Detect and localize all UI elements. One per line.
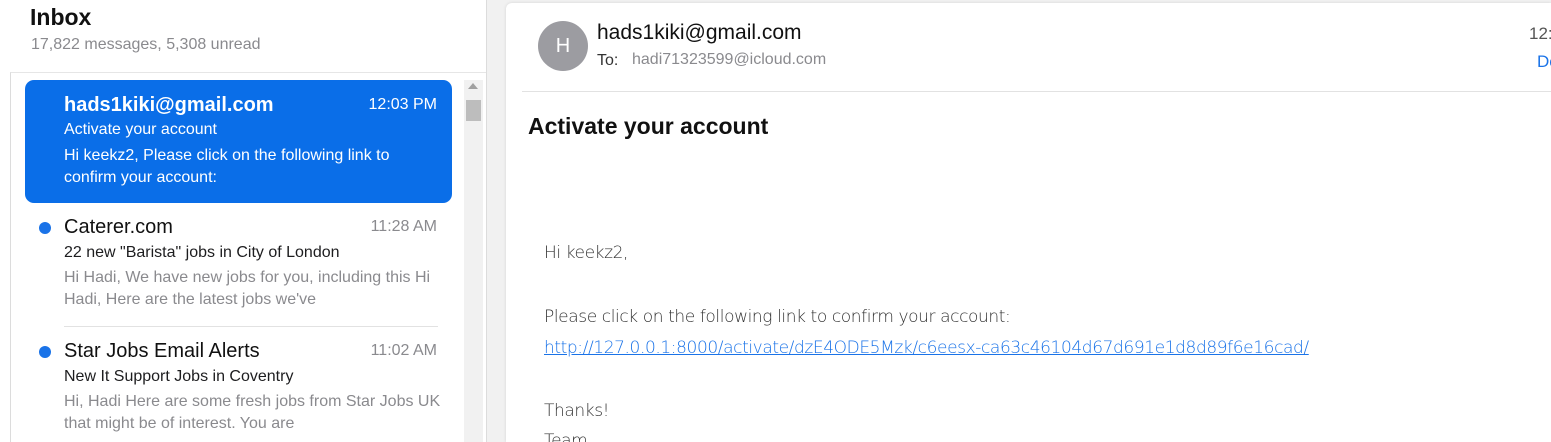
body-greeting: Hi keekz2, bbox=[544, 243, 629, 263]
message-subject: 22 new "Barista" jobs in City of London bbox=[64, 244, 340, 261]
message-list: hads1kiki@gmail.com 12:03 PM Activate yo… bbox=[10, 72, 486, 442]
scrollbar-thumb[interactable] bbox=[466, 100, 481, 121]
activation-link[interactable]: http://127.0.0.1:8000/activate/dzE4ODE5M… bbox=[544, 338, 1309, 358]
message-preview: Hi keekz2, Please click on the following… bbox=[64, 147, 390, 186]
to-label: To: bbox=[597, 52, 619, 69]
body-signature: Team bbox=[544, 431, 588, 442]
message-time: 11:28 AM bbox=[370, 218, 437, 235]
message-subject: Activate your account bbox=[64, 121, 217, 138]
message-reader: H hads1kiki@gmail.com To: hadi71323599@i… bbox=[506, 3, 1551, 442]
message-time-header: 12: bbox=[1529, 24, 1551, 43]
sender-avatar: H bbox=[538, 21, 588, 71]
message-sender: Caterer.com bbox=[64, 216, 173, 238]
message-preview: Hi, Hadi Here are some fresh jobs from S… bbox=[64, 393, 441, 432]
unread-dot-icon bbox=[39, 222, 51, 234]
header-divider bbox=[522, 91, 1551, 92]
inbox-title: Inbox bbox=[30, 4, 92, 30]
inbox-message-count: 17,822 messages, 5,308 unread bbox=[31, 36, 261, 53]
sender-address[interactable]: hads1kiki@gmail.com bbox=[597, 21, 802, 45]
message-preview: Hi Hadi, We have new jobs for you, inclu… bbox=[64, 269, 431, 308]
message-time: 11:02 AM bbox=[370, 342, 437, 359]
recipient-address[interactable]: hadi71323599@icloud.com bbox=[632, 51, 826, 69]
unread-dot-icon bbox=[39, 346, 51, 358]
scroll-up-arrow-icon[interactable] bbox=[468, 83, 478, 89]
message-item-selected[interactable]: hads1kiki@gmail.com 12:03 PM Activate yo… bbox=[25, 80, 452, 203]
message-item[interactable]: Star Jobs Email Alerts 11:02 AM New It S… bbox=[25, 331, 452, 442]
message-subject: New It Support Jobs in Coventry bbox=[64, 368, 294, 385]
body-thanks: Thanks! bbox=[544, 401, 610, 421]
inbox-pane: Inbox 17,822 messages, 5,308 unread hads… bbox=[0, 0, 487, 442]
message-item[interactable]: Caterer.com 11:28 AM 22 new "Barista" jo… bbox=[25, 207, 452, 327]
message-divider bbox=[64, 326, 438, 327]
message-time: 12:03 PM bbox=[368, 96, 437, 113]
message-subject-heading: Activate your account bbox=[528, 113, 769, 139]
details-link[interactable]: De bbox=[1537, 52, 1551, 72]
message-sender: hads1kiki@gmail.com bbox=[64, 94, 274, 116]
message-list-scrollbar[interactable] bbox=[464, 80, 483, 442]
body-line: Please click on the following link to co… bbox=[544, 307, 1011, 327]
message-sender: Star Jobs Email Alerts bbox=[64, 340, 260, 362]
